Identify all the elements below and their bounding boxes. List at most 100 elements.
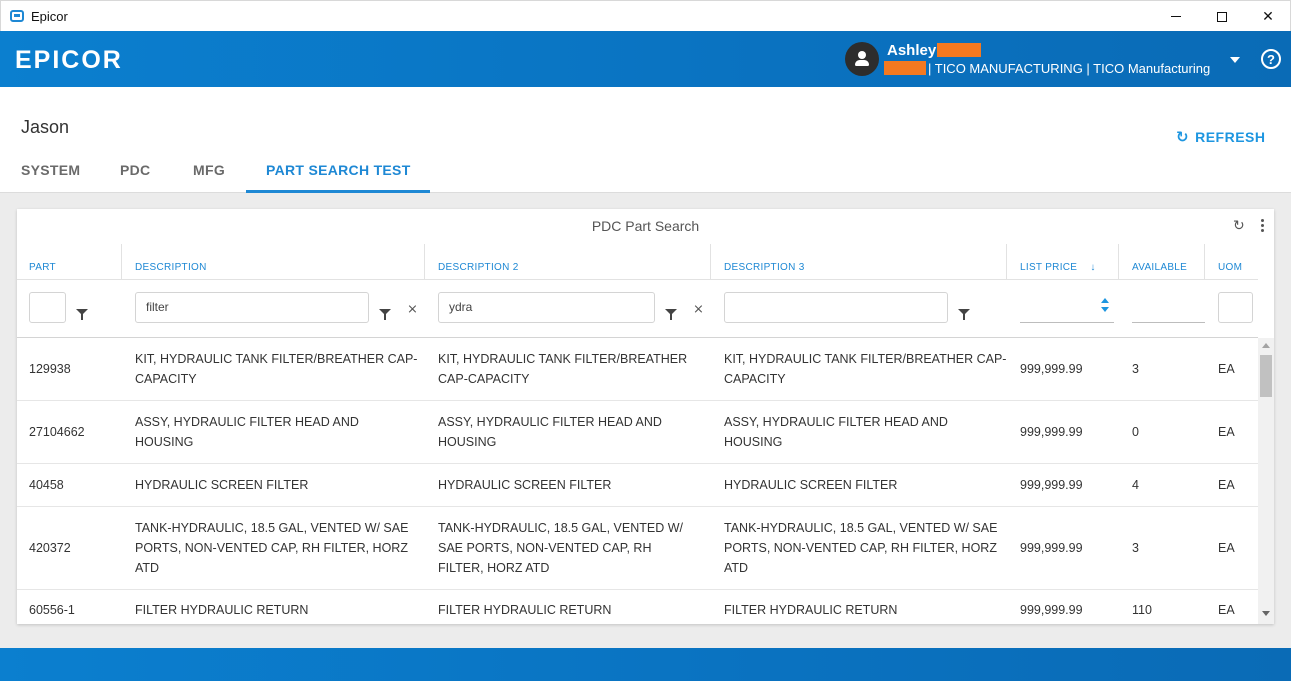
- sort-descending-icon: ↓: [1090, 262, 1096, 273]
- column-header-available[interactable]: AVAILABLE: [1132, 262, 1187, 273]
- page-header: Jason ↻ REFRESH SYSTEM PDC MFG PART SEAR…: [0, 87, 1291, 193]
- cell-description-2: TANK-HYDRAULIC, 18.5 GAL, VENTED W/ SAE …: [438, 521, 683, 575]
- description-filter-icon[interactable]: [379, 309, 391, 321]
- minimize-button[interactable]: [1153, 1, 1199, 32]
- cell-description: HYDRAULIC SCREEN FILTER: [135, 478, 309, 492]
- close-icon: ✕: [1262, 8, 1274, 24]
- app-header: EPICOR Ashley | TICO MANUFACTURING | TIC…: [0, 31, 1291, 87]
- cell-list-price: 999,999.99: [1020, 425, 1083, 439]
- grid-menu-icon[interactable]: [1261, 219, 1265, 233]
- active-tab-indicator: [246, 190, 430, 193]
- redaction-box: [937, 43, 981, 57]
- company-line: | TICO MANUFACTURING | TICO Manufacturin…: [928, 61, 1211, 76]
- table-row[interactable]: 129938 KIT, HYDRAULIC TANK FILTER/BREATH…: [17, 338, 1258, 401]
- description2-filter-input[interactable]: ydra: [438, 292, 655, 323]
- tab-part-search-test[interactable]: PART SEARCH TEST: [266, 162, 411, 178]
- cell-list-price: 999,999.99: [1020, 478, 1083, 492]
- cell-description-2: FILTER HYDRAULIC RETURN: [438, 603, 612, 617]
- app-icon: [10, 10, 24, 22]
- spin-down-icon[interactable]: [1101, 307, 1109, 312]
- description2-filter-icon[interactable]: [665, 309, 677, 321]
- user-name: Ashley: [887, 42, 937, 59]
- cell-description: TANK-HYDRAULIC, 18.5 GAL, VENTED W/ SAE …: [135, 521, 409, 575]
- uom-filter-input[interactable]: [1218, 292, 1253, 323]
- available-filter-input[interactable]: [1132, 299, 1205, 323]
- cell-description-3: KIT, HYDRAULIC TANK FILTER/BREATHER CAP-…: [724, 352, 1007, 386]
- cell-available: 0: [1132, 425, 1139, 439]
- table-row[interactable]: 40458 HYDRAULIC SCREEN FILTER HYDRAULIC …: [17, 464, 1258, 507]
- column-header-uom[interactable]: UOM: [1218, 262, 1242, 273]
- maximize-icon: [1217, 11, 1227, 22]
- spin-up-icon[interactable]: [1101, 298, 1109, 303]
- cell-description-3: TANK-HYDRAULIC, 18.5 GAL, VENTED W/ SAE …: [724, 521, 998, 575]
- cell-description-2: ASSY, HYDRAULIC FILTER HEAD AND HOUSING: [438, 415, 662, 449]
- column-header-description-3[interactable]: DESCRIPTION 3: [724, 262, 805, 273]
- column-header-list-price[interactable]: LIST PRICE ↓: [1020, 262, 1096, 273]
- tab-mfg[interactable]: MFG: [193, 162, 225, 178]
- cell-description: ASSY, HYDRAULIC FILTER HEAD AND HOUSING: [135, 415, 359, 449]
- cell-description: KIT, HYDRAULIC TANK FILTER/BREATHER CAP-…: [135, 352, 418, 386]
- grid-refresh-icon[interactable]: ↻: [1233, 217, 1245, 234]
- scroll-down-icon[interactable]: [1262, 611, 1270, 616]
- maximize-button[interactable]: [1199, 1, 1245, 32]
- window-title: Epicor: [31, 9, 68, 24]
- cell-available: 110: [1132, 603, 1152, 617]
- description-clear-filter-icon[interactable]: ⨯: [407, 301, 418, 317]
- cell-part: 60556-1: [29, 603, 75, 617]
- scroll-up-icon[interactable]: [1262, 343, 1270, 348]
- scroll-thumb[interactable]: [1260, 355, 1272, 397]
- cell-available: 4: [1132, 478, 1139, 492]
- description3-filter-icon[interactable]: [958, 309, 970, 321]
- cell-available: 3: [1132, 541, 1139, 555]
- refresh-label: REFRESH: [1195, 129, 1266, 145]
- close-button[interactable]: ✕: [1245, 1, 1291, 32]
- cell-list-price: 999,999.99: [1020, 541, 1083, 555]
- column-header-part[interactable]: PART: [29, 262, 56, 273]
- cell-description-3: HYDRAULIC SCREEN FILTER: [724, 478, 898, 492]
- refresh-button[interactable]: ↻ REFRESH: [1176, 128, 1265, 146]
- user-menu-caret-icon[interactable]: [1230, 57, 1240, 63]
- tab-system[interactable]: SYSTEM: [21, 162, 80, 178]
- cell-description-2: HYDRAULIC SCREEN FILTER: [438, 478, 612, 492]
- epicor-logo: EPICOR: [15, 46, 123, 74]
- part-search-grid: PDC Part Search ↻ PART DESCRIPTION DESCR…: [17, 209, 1274, 624]
- window-titlebar: Epicor ✕: [0, 0, 1291, 31]
- cell-part: 40458: [29, 478, 64, 492]
- description-filter-input[interactable]: filter: [135, 292, 369, 323]
- cell-uom: EA: [1218, 362, 1235, 376]
- description2-clear-filter-icon[interactable]: ⨯: [693, 301, 704, 317]
- table-row[interactable]: 60556-1 FILTER HYDRAULIC RETURN FILTER H…: [17, 590, 1258, 624]
- description3-filter-input[interactable]: [724, 292, 948, 323]
- list-price-spinner[interactable]: [1101, 298, 1109, 312]
- cell-uom: EA: [1218, 541, 1235, 555]
- part-filter-icon[interactable]: [76, 309, 88, 321]
- part-filter-input[interactable]: [29, 292, 66, 323]
- redaction-box: [884, 61, 926, 75]
- app-footer: [0, 648, 1291, 681]
- cell-part: 420372: [29, 541, 71, 555]
- person-icon: [858, 51, 866, 59]
- minimize-icon: [1171, 16, 1181, 17]
- cell-uom: EA: [1218, 603, 1235, 617]
- tab-pdc[interactable]: PDC: [120, 162, 150, 178]
- cell-description-2: KIT, HYDRAULIC TANK FILTER/BREATHER CAP-…: [438, 352, 688, 386]
- page-title: Jason: [21, 117, 70, 137]
- list-price-filter-input[interactable]: [1020, 299, 1114, 323]
- grid-scrollbar[interactable]: [1258, 338, 1274, 624]
- table-row[interactable]: 27104662 ASSY, HYDRAULIC FILTER HEAD AND…: [17, 401, 1258, 464]
- column-header-description[interactable]: DESCRIPTION: [135, 262, 207, 273]
- cell-part: 129938: [29, 362, 71, 376]
- cell-uom: EA: [1218, 425, 1235, 439]
- cell-list-price: 999,999.99: [1020, 603, 1083, 617]
- cell-description-3: ASSY, HYDRAULIC FILTER HEAD AND HOUSING: [724, 415, 948, 449]
- cell-available: 3: [1132, 362, 1139, 376]
- help-icon[interactable]: ?: [1261, 49, 1281, 69]
- cell-part: 27104662: [29, 425, 85, 439]
- refresh-icon: ↻: [1176, 129, 1190, 146]
- cell-description: FILTER HYDRAULIC RETURN: [135, 603, 309, 617]
- cell-list-price: 999,999.99: [1020, 362, 1083, 376]
- column-header-description-2[interactable]: DESCRIPTION 2: [438, 262, 519, 273]
- cell-description-3: FILTER HYDRAULIC RETURN: [724, 603, 898, 617]
- table-row[interactable]: 420372 TANK-HYDRAULIC, 18.5 GAL, VENTED …: [17, 507, 1258, 590]
- user-avatar[interactable]: [845, 42, 879, 76]
